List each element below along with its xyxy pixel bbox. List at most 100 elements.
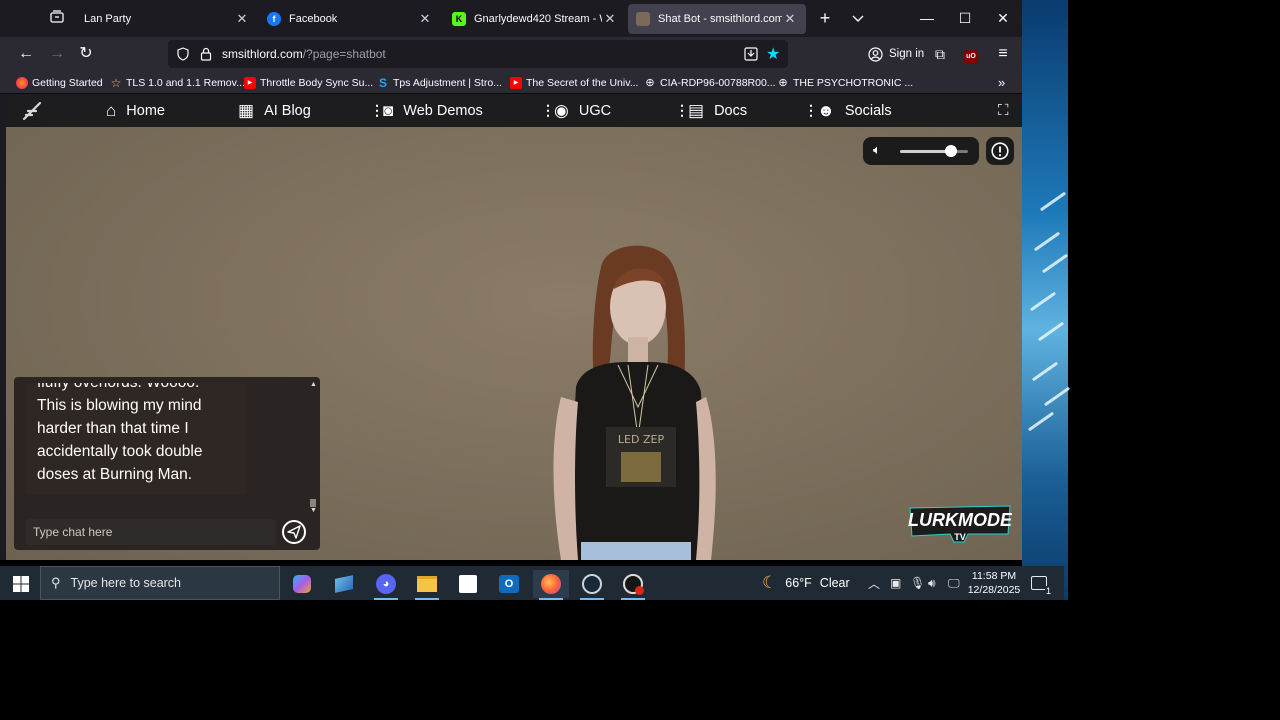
minimize-button[interactable]: — [914, 6, 940, 30]
url-host: smsithlord.com [222, 47, 303, 61]
bookmark-label: The Secret of the Univ... [526, 76, 639, 89]
steam-app[interactable] [574, 570, 610, 600]
scroll-thumb[interactable] [310, 499, 316, 507]
nav-ai-blog[interactable]: ▦ AI Blog [238, 94, 311, 127]
bookmark-getting-started[interactable]: Getting Started [16, 74, 103, 91]
url-path: /?page=shatbot [302, 47, 386, 61]
ublock-icon: uO [964, 50, 978, 64]
tab-stream[interactable]: K Gnarlydewd420 Stream - Watc ✕ [444, 4, 626, 34]
bookmark-secret[interactable]: ▶ The Secret of the Univ... [510, 74, 638, 91]
steam-icon [582, 574, 602, 594]
tray-app-button[interactable]: ▣ [890, 566, 901, 600]
camera-icon: ◙ [383, 100, 394, 120]
chat-scrollbar[interactable]: ▲ ▼ [310, 381, 317, 515]
more-bookmarks-button[interactable]: » [998, 74, 1005, 91]
youtube-icon: ▶ [244, 76, 256, 89]
notifications-button[interactable]: 1 [1031, 566, 1052, 600]
microphone-button[interactable]: 🎙︎ [910, 566, 925, 600]
firefox-app[interactable] [533, 570, 569, 600]
alert-circle-icon [991, 142, 1009, 160]
volume-control: 🔈︎ [863, 137, 979, 165]
tab-overview-button[interactable] [44, 6, 70, 30]
nav-home[interactable]: ⌂ Home [106, 94, 165, 127]
avatar-scene[interactable]: LED ZEP 🔈︎ fluffy overlords. [6, 127, 1022, 560]
close-icon[interactable]: ✕ [417, 11, 433, 27]
shield-icon[interactable] [176, 47, 190, 61]
bookmark-psychotronic[interactable]: ⊕ THE PSYCHOTRONIC ... [777, 74, 913, 91]
back-button[interactable]: ← [12, 41, 40, 67]
speaker-icon[interactable]: 🔈︎ [873, 142, 881, 158]
file-explorer-app[interactable] [409, 570, 445, 600]
reload-icon: ↻ [79, 45, 93, 62]
chevron-double-right-icon: » [998, 75, 1006, 90]
new-tab-button[interactable]: + [812, 6, 838, 30]
send-button[interactable] [282, 520, 306, 544]
tab-shat-bot[interactable]: Shat Bot - smsithlord.com ✕ [628, 4, 806, 34]
close-icon[interactable]: ✕ [602, 11, 618, 27]
discord-app[interactable]: ◕ [368, 570, 404, 600]
bookmark-star-icon[interactable]: ★ [766, 44, 780, 64]
kick-icon: K [452, 12, 466, 26]
info-button[interactable] [986, 137, 1014, 165]
folder-icon [417, 576, 437, 592]
close-icon[interactable]: ✕ [234, 11, 250, 27]
reload-button[interactable]: ↻ [72, 41, 100, 67]
moon-icon: ☾ [762, 573, 778, 592]
list-all-tabs-button[interactable] [845, 6, 871, 30]
close-window-button[interactable]: ✕ [990, 6, 1016, 30]
scroll-down-icon[interactable]: ▼ [310, 507, 317, 515]
volume-tray-button[interactable]: 🔊︎ [928, 566, 936, 600]
nav-ugc[interactable]: ◉ UGC [554, 94, 611, 127]
chevron-up-icon: ︿ [868, 576, 881, 591]
nav-web-demos[interactable]: ◙ Web Demos [383, 94, 483, 127]
obs-app[interactable] [615, 570, 651, 600]
bookmark-tls[interactable]: ☆ TLS 1.0 and 1.1 Remov... [110, 74, 245, 91]
bookmark-tps[interactable]: S Tps Adjustment | Stro... [377, 74, 502, 91]
windows-logo-icon [13, 576, 29, 592]
volume-slider-thumb[interactable] [945, 145, 957, 157]
url-text[interactable]: smsithlord.com/?page=shatbot [222, 47, 386, 61]
download-icon[interactable] [744, 47, 758, 61]
svg-text:LED ZEP: LED ZEP [618, 433, 665, 446]
show-hidden-icons-button[interactable]: ︿ [868, 566, 880, 600]
system-clock[interactable]: 11:58 PM 12/28/2025 [962, 569, 1026, 597]
chat-input[interactable]: Type chat here [26, 519, 276, 545]
outlook-app[interactable]: O [491, 570, 527, 598]
app-pinned[interactable] [326, 570, 362, 598]
tab-facebook[interactable]: f Facebook ✕ [259, 4, 441, 34]
maximize-button[interactable]: ☐ [952, 6, 978, 30]
fullscreen-button[interactable]: ⛶ [998, 94, 1009, 127]
document-icon: ▤ [688, 100, 705, 120]
bookmark-cia[interactable]: ⊕ CIA-RDP96-00788R00... [644, 74, 775, 91]
start-button[interactable] [2, 570, 40, 598]
nav-docs[interactable]: ▤ Docs [688, 94, 747, 127]
nav-divider: ⋮ [370, 102, 384, 118]
screen: Lan Party ✕ f Facebook ✕ K Gnarlydewd420… [0, 0, 1280, 720]
scroll-up-icon[interactable]: ▲ [310, 381, 317, 389]
network-button[interactable]: 🖵︎ [948, 566, 960, 600]
send-icon [287, 525, 301, 539]
lock-icon[interactable] [200, 47, 212, 61]
nav-divider: ⋮ [804, 102, 818, 118]
chat-panel: fluffy overlords. Woooo. This is blowing… [14, 377, 320, 550]
message-line: This is blowing my mind [37, 397, 202, 414]
url-bar[interactable]: smsithlord.com/?page=shatbot ★ [168, 40, 788, 68]
menu-button[interactable]: ≡ [989, 41, 1017, 67]
extensions-button[interactable]: ⧉ [926, 41, 954, 67]
network-icon: 🖵︎ [948, 575, 960, 590]
copilot-app[interactable] [284, 570, 320, 598]
weather-widget[interactable]: ☾ 66°F Clear [762, 566, 850, 600]
message-line: harder than that time I [37, 420, 189, 437]
forward-button[interactable]: → [43, 41, 71, 67]
tab-lan-party[interactable]: Lan Party ✕ [76, 4, 258, 34]
site-logo-button[interactable] [22, 94, 44, 127]
bookmark-throttle[interactable]: ▶ Throttle Body Sync Su... [244, 74, 373, 91]
taskbar-search-box[interactable]: ⚲ Type here to search [40, 566, 280, 600]
close-icon[interactable]: ✕ [782, 11, 798, 27]
microsoft-store-app[interactable] [450, 570, 486, 598]
nav-socials[interactable]: ☻ Socials [817, 94, 892, 127]
ublock-button[interactable]: uO [957, 41, 985, 67]
tab-list-icon [50, 10, 64, 23]
sign-in-button[interactable]: Sign in [862, 41, 930, 67]
nav-label: Docs [714, 102, 748, 119]
